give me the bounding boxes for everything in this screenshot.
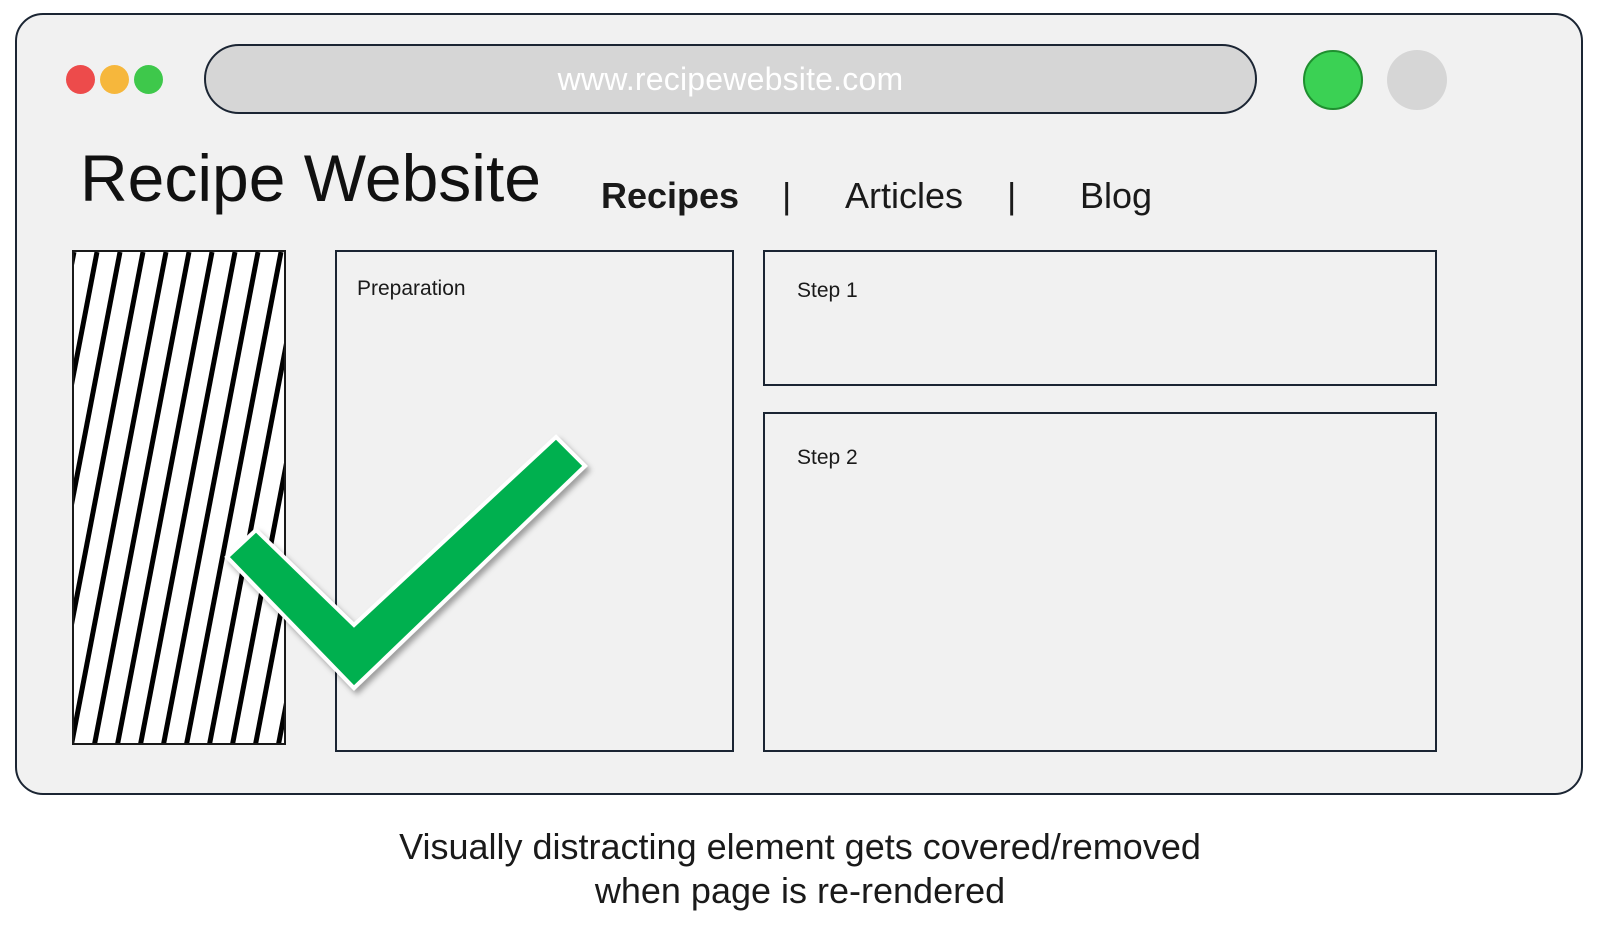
url-text: www.recipewebsite.com [557,60,904,97]
address-bar[interactable]: www.recipewebsite.com [204,44,1257,114]
nav-separator: | [1007,175,1017,216]
preparation-panel: Preparation [335,250,734,752]
step-2-panel: Step 2 [763,412,1437,752]
minimize-window-dot[interactable] [100,65,129,94]
browser-window: www.recipewebsite.com Recipe Website Rec… [15,13,1583,795]
step-1-panel: Step 1 [763,250,1437,386]
distracting-striped-element [72,250,286,745]
nav-link-recipes[interactable]: Recipes [601,178,739,214]
maximize-window-dot[interactable] [134,65,163,94]
site-title: Recipe Website [80,141,542,215]
step-1-label: Step 1 [797,279,858,302]
gray-circle-button[interactable] [1387,50,1447,110]
nav-link-blog[interactable]: Blog [1080,178,1152,214]
step-2-label: Step 2 [797,446,858,469]
nav-separator: | [782,175,792,216]
preparation-label: Preparation [357,277,466,300]
caption-line-2: when page is re-rendered [594,870,1006,911]
nav-link-articles[interactable]: Articles [845,178,963,214]
diagram-caption: Visually distracting element gets covere… [0,825,1600,913]
caption-line-1: Visually distracting element gets covere… [399,826,1201,867]
diagonal-stripes-pattern [74,252,284,743]
green-circle-button[interactable] [1303,50,1363,110]
close-window-dot[interactable] [66,65,95,94]
